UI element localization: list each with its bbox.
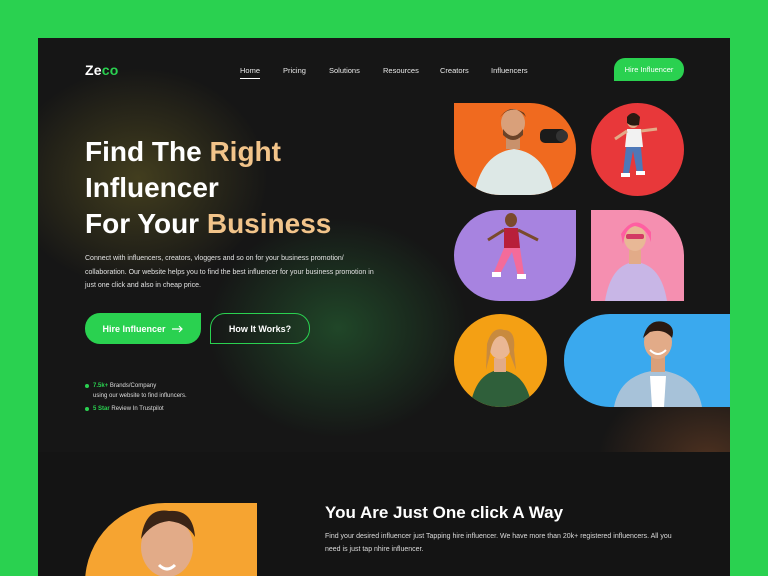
hire-influencer-label: Hire Influencer [102,323,166,334]
hero-headline: Find The Right Influencer For Your Busin… [85,136,332,239]
section-title: You Are Just One click A Way [325,503,564,522]
hire-influencer-nav-button[interactable]: Hire Influencer [614,58,684,81]
nav-home[interactable]: Home [240,66,261,79]
section-text: Find your desired influencer just Tappin… [325,533,672,553]
person-illustration [614,113,658,177]
person-illustration [487,213,539,279]
stat-brands: 7.5k+ Brands/Company using our website t… [85,381,187,401]
nav-creators[interactable]: Creators [440,66,469,75]
arrow-right-icon [171,325,183,332]
influencer-photo-5[interactable] [454,314,547,407]
nav-pricing[interactable]: Pricing [283,66,306,75]
stat-reviews: 5 Star Review In Trustpilot [85,404,164,414]
influencer-photo-4[interactable] [591,210,684,301]
bullet-dot-icon [85,384,89,388]
nav-influencers[interactable]: Influencers [491,66,528,75]
person-illustration [605,222,667,301]
page-frame: Zeco Home Pricing Solutions Resources Cr… [38,38,730,576]
bullet-dot-icon [85,407,89,411]
brand-logo[interactable]: Zeco [85,62,119,78]
nav-resources[interactable]: Resources [383,66,419,75]
influencer-photo-2[interactable] [591,103,684,196]
person-illustration [614,321,702,407]
person-illustration [470,329,532,407]
person-illustration [474,109,568,195]
how-it-works-button[interactable]: How It Works? [210,313,310,344]
influencer-photo-3[interactable] [454,210,576,301]
influencer-photo-6[interactable] [564,314,730,407]
nav-solutions[interactable]: Solutions [329,66,360,75]
influencer-photo-1[interactable] [454,103,576,195]
hero-description: Connect with influencers, creators, vlog… [85,255,374,289]
hire-influencer-button[interactable]: Hire Influencer [85,313,201,344]
